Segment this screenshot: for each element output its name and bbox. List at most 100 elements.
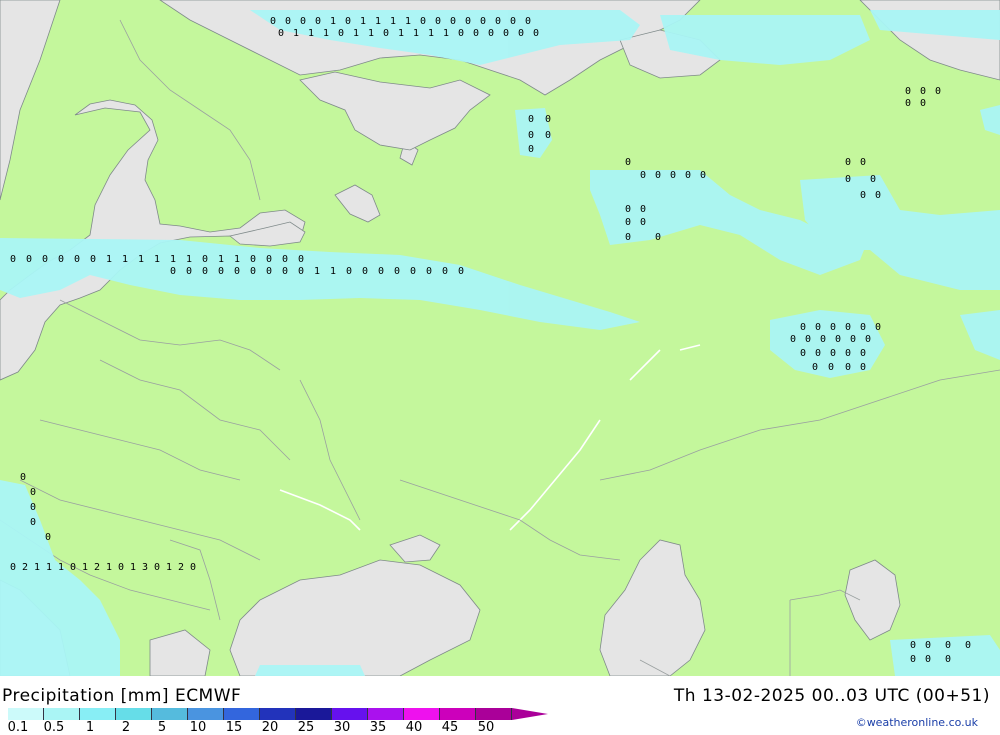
precip-value: 1: [170, 254, 176, 265]
precip-zero-marker: 0: [860, 322, 866, 333]
precip-value: 0: [525, 16, 531, 27]
precip-zero-marker: 0: [875, 322, 881, 333]
precip-zero-marker: 0: [935, 86, 941, 97]
precip-zero-marker: 0: [545, 114, 551, 125]
precip-value: 0: [26, 254, 32, 265]
precip-zero-marker: 0: [828, 362, 834, 373]
legend-swatch: [260, 708, 296, 720]
precip-zero-marker: 0: [20, 472, 26, 483]
precip-zero-marker: 0: [670, 170, 676, 181]
precip-value: 0: [465, 16, 471, 27]
precip-value: 1: [218, 254, 224, 265]
legend-swatch: [116, 708, 152, 720]
precip-value: 1: [330, 16, 336, 27]
precip-value: 0: [420, 16, 426, 27]
precip-value: 1: [106, 254, 112, 265]
precip-zero-marker: 0: [30, 487, 36, 498]
precip-value: 1: [82, 562, 88, 573]
precip-value: 1: [443, 28, 449, 39]
precip-value: 0: [458, 28, 464, 39]
precip-zero-marker: 0: [790, 334, 796, 345]
precip-value: 0: [298, 266, 304, 277]
precip-value: 0: [480, 16, 486, 27]
precip-value: 1: [360, 16, 366, 27]
precip-zero-marker: 0: [655, 232, 661, 243]
precip-zero-marker: 0: [845, 362, 851, 373]
precip-value: 0: [154, 562, 160, 573]
precip-value: 0: [90, 254, 96, 265]
precip-zero-marker: 0: [860, 348, 866, 359]
precip-zero-marker: 0: [640, 217, 646, 228]
precip-zero-marker: 0: [945, 640, 951, 651]
precip-value: 0: [266, 266, 272, 277]
precip-zero-marker: 0: [860, 190, 866, 201]
precip-value: 0: [285, 16, 291, 27]
precip-value: 1: [130, 562, 136, 573]
precip-zero-marker: 0: [655, 170, 661, 181]
precip-value: 0: [510, 16, 516, 27]
precip-value: 1: [308, 28, 314, 39]
precip-value: 0: [218, 266, 224, 277]
precip-value: 0: [278, 28, 284, 39]
precip-value: 0: [10, 562, 16, 573]
precip-value: 0: [533, 28, 539, 39]
precip-zero-marker: 0: [845, 157, 851, 168]
precip-value: 1: [323, 28, 329, 39]
precip-value: 0: [338, 28, 344, 39]
map-title: Precipitation [mm] ECMWF: [2, 686, 242, 706]
precip-value: 0: [518, 28, 524, 39]
precip-zero-marker: 0: [545, 130, 551, 141]
precip-value: 0: [345, 16, 351, 27]
precip-zero-marker: 0: [905, 98, 911, 109]
precip-zero-marker: 0: [815, 322, 821, 333]
precip-value: 0: [378, 266, 384, 277]
precip-value: 0: [202, 266, 208, 277]
legend-swatch: [368, 708, 404, 720]
precip-value: 0: [298, 254, 304, 265]
precip-value: 2: [94, 562, 100, 573]
precip-value: 0: [473, 28, 479, 39]
precip-value: 1: [368, 28, 374, 39]
precip-value: 1: [186, 254, 192, 265]
precip-value: 0: [458, 266, 464, 277]
precip-value: 0: [270, 16, 276, 27]
precip-value: 0: [315, 16, 321, 27]
precip-value: 0: [410, 266, 416, 277]
precip-value: 1: [166, 562, 172, 573]
precip-zero-marker: 0: [965, 640, 971, 651]
precip-zero-marker: 0: [870, 174, 876, 185]
legend-swatch: [152, 708, 188, 720]
precip-value: 0: [282, 266, 288, 277]
precip-value: 0: [435, 16, 441, 27]
precip-zero-marker: 0: [875, 190, 881, 201]
precip-value: 0: [234, 266, 240, 277]
precip-value: 0: [503, 28, 509, 39]
precip-zero-marker: 0: [815, 348, 821, 359]
precip-zero-marker: 0: [30, 502, 36, 513]
precip-zero-marker: 0: [625, 157, 631, 168]
precip-zero-marker: 0: [835, 334, 841, 345]
legend-arrow: [512, 708, 548, 720]
precip-value: 1: [293, 28, 299, 39]
precip-value: 1: [353, 28, 359, 39]
precip-value: 1: [138, 254, 144, 265]
precip-value: 0: [450, 16, 456, 27]
precip-value: 0: [10, 254, 16, 265]
precip-value: 0: [495, 16, 501, 27]
precip-value: 1: [46, 562, 52, 573]
precip-value: 0: [250, 266, 256, 277]
precip-value: 0: [383, 28, 389, 39]
credit-link[interactable]: ©weatheronline.co.uk: [856, 716, 978, 729]
precip-value: 0: [282, 254, 288, 265]
precip-zero-marker: 0: [920, 86, 926, 97]
precip-zero-marker: 0: [910, 640, 916, 651]
precip-zero-marker: 0: [945, 654, 951, 665]
precip-value: 1: [413, 28, 419, 39]
precip-value: 0: [488, 28, 494, 39]
precip-value: 1: [154, 254, 160, 265]
precip-zero-marker: 0: [860, 362, 866, 373]
precip-value: 0: [266, 254, 272, 265]
precip-value: 0: [300, 16, 306, 27]
precip-zero-marker: 0: [528, 144, 534, 155]
legend-tick-labels: 0.1 0.5 1 2 5 10 15 20 25 30 35 40 45 50: [0, 720, 560, 735]
